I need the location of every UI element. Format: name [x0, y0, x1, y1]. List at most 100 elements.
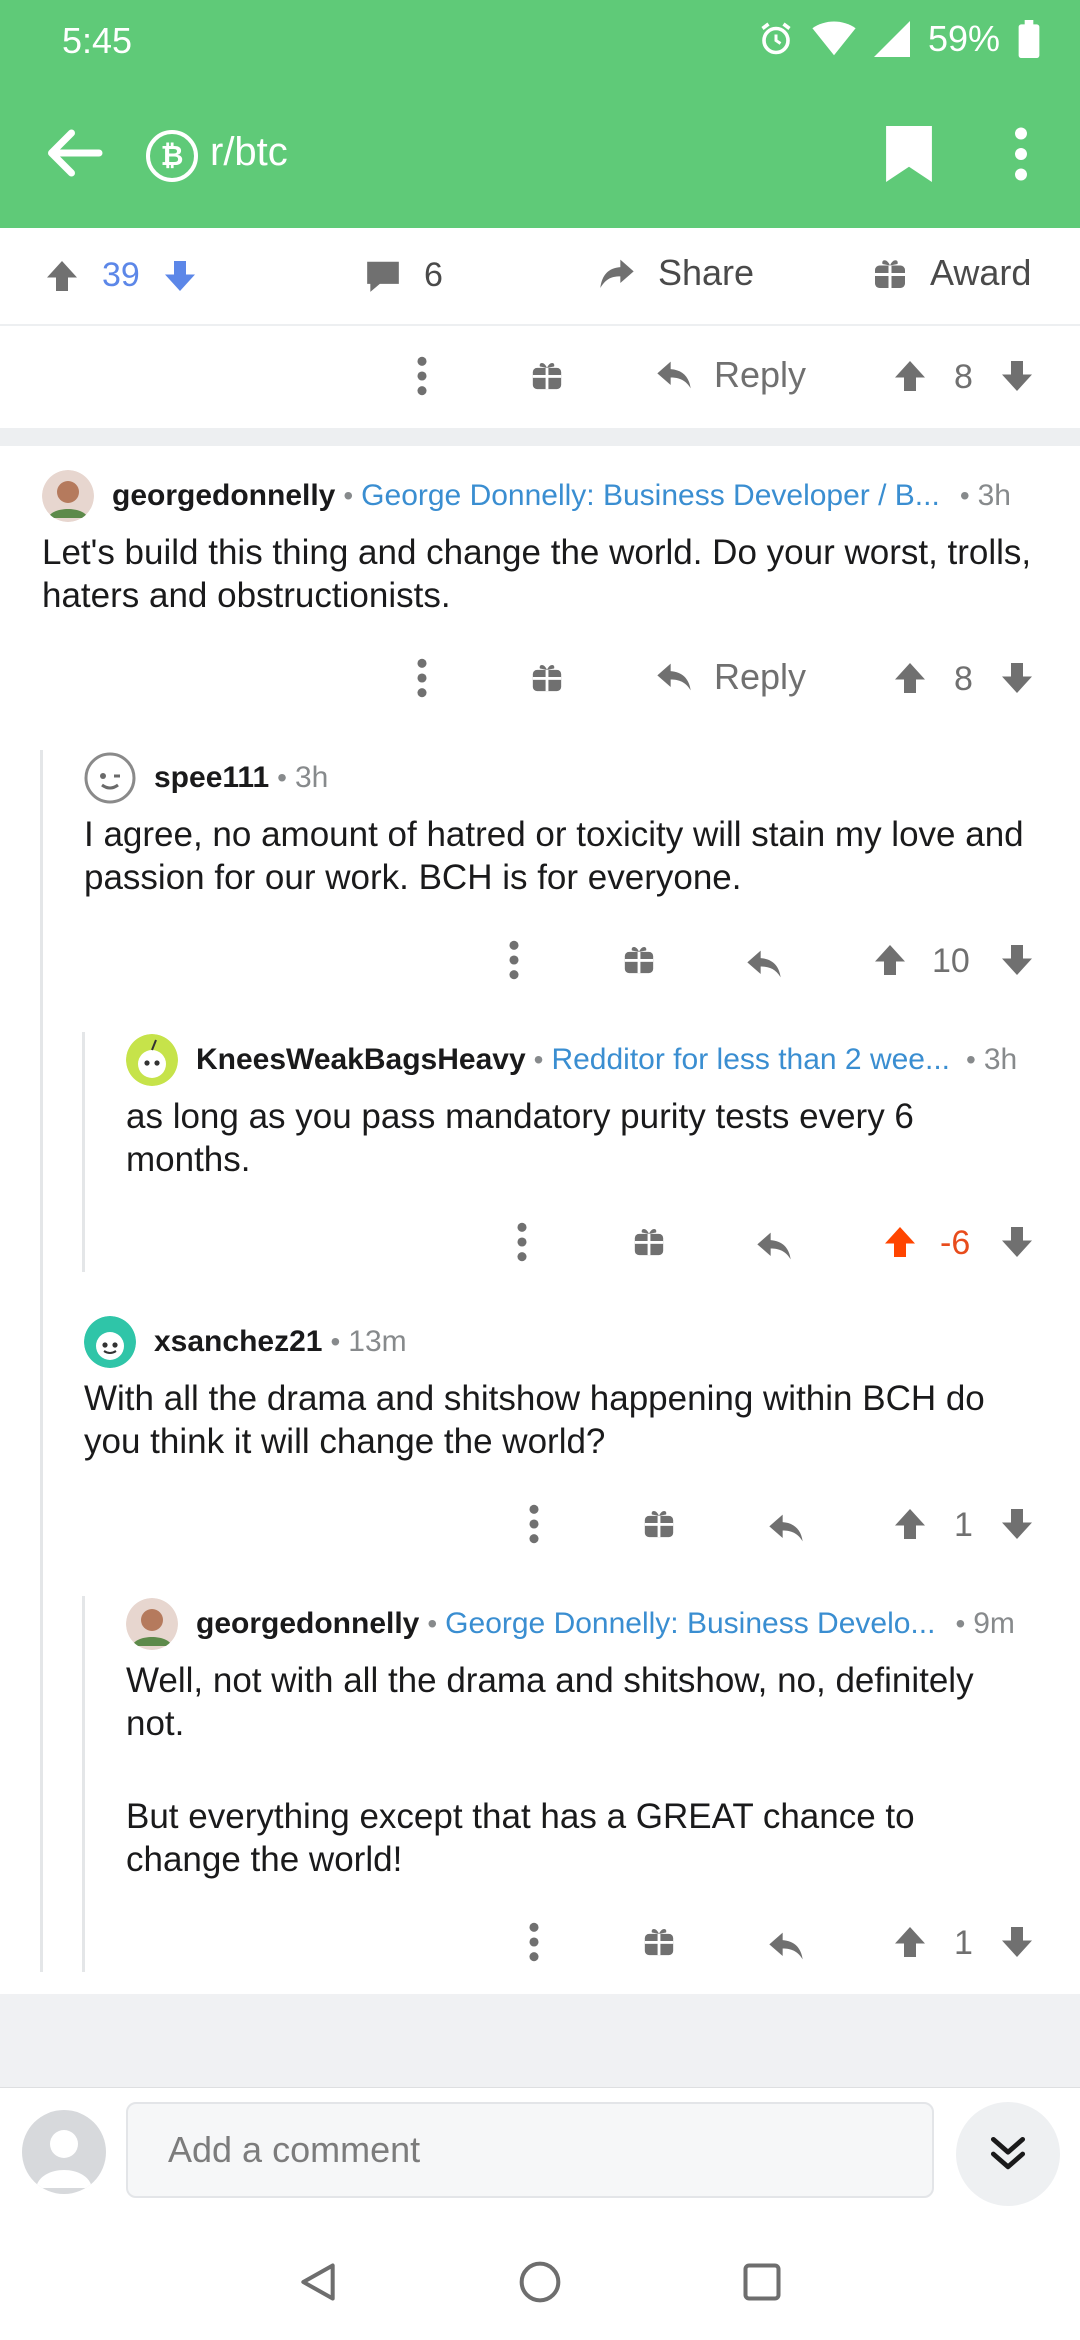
comment-actions: Reply 8	[0, 648, 1080, 708]
separator: •	[955, 1608, 966, 1639]
reply-arrow-icon	[654, 355, 694, 395]
reply-button[interactable]: Reply	[654, 354, 806, 396]
gift-icon	[872, 255, 908, 291]
upvote-icon[interactable]	[892, 358, 928, 394]
comment-score: 10	[932, 942, 970, 980]
comment-score: 1	[954, 1506, 973, 1544]
reply-arrow-icon[interactable]	[744, 944, 784, 984]
avatar[interactable]	[84, 1316, 136, 1368]
downvote-icon[interactable]	[999, 942, 1035, 978]
more-options-icon[interactable]	[528, 1922, 540, 1962]
more-options-icon[interactable]	[528, 1504, 540, 1544]
avatar[interactable]	[22, 2110, 106, 2194]
separator: •	[277, 762, 287, 793]
signal-icon	[873, 21, 910, 57]
downvote-icon[interactable]	[999, 1924, 1035, 1960]
comment-body: With all the drama and shitshow happenin…	[84, 1379, 985, 1461]
downvote-icon[interactable]	[162, 258, 198, 294]
upvote-icon[interactable]	[882, 1224, 918, 1260]
wifi-icon	[812, 21, 856, 56]
upvote-icon[interactable]	[872, 942, 908, 978]
timestamp: 3h	[294, 761, 329, 794]
award-button[interactable]: Award	[872, 252, 1031, 294]
upvote-icon[interactable]	[892, 1506, 928, 1542]
username[interactable]: georgedonnelly	[196, 1607, 419, 1641]
comment-actions: Reply 8	[0, 346, 1080, 406]
toolbar: ₿ r/btc	[0, 110, 1080, 196]
username[interactable]: spee111	[154, 761, 269, 795]
comment-actions: 1	[0, 1912, 1080, 1972]
gift-icon[interactable]	[632, 1224, 666, 1258]
post-vote-group: 39	[44, 256, 198, 295]
share-arrow-icon	[600, 259, 634, 288]
username[interactable]: KneesWeakBagsHeavy	[196, 1043, 526, 1077]
more-options-icon[interactable]	[416, 356, 428, 396]
more-options-icon[interactable]	[416, 658, 428, 698]
nav-recents-icon[interactable]	[740, 2260, 784, 2304]
upvote-icon[interactable]	[892, 1924, 928, 1960]
comment-count: 6	[424, 256, 443, 294]
comment-body: Let's build this thing and change the wo…	[42, 533, 1032, 615]
gift-icon[interactable]	[530, 358, 564, 392]
avatar[interactable]	[42, 470, 94, 522]
separator: •	[966, 1044, 976, 1075]
system-nav-bar	[0, 2218, 1080, 2340]
upvote-icon[interactable]	[44, 258, 80, 294]
comment-score: 1	[954, 1924, 973, 1962]
post-action-bar: 39 6 Share Award	[0, 228, 1080, 326]
comment-header: georgedonnelly • George Donnelly: Busine…	[126, 1598, 1046, 1650]
share-button[interactable]: Share	[596, 252, 754, 294]
username[interactable]: georgedonnelly	[112, 479, 335, 513]
upvote-icon[interactable]	[892, 660, 928, 696]
double-chevron-down-icon	[990, 2136, 1026, 2170]
gift-icon[interactable]	[642, 1506, 676, 1540]
downvote-icon[interactable]	[999, 660, 1035, 696]
bitcoin-logo-icon[interactable]: ₿	[146, 130, 198, 182]
reply-arrow-icon[interactable]	[766, 1926, 806, 1966]
downvote-icon[interactable]	[999, 1506, 1035, 1542]
comment-header: xsanchez21 • 13m	[84, 1316, 1044, 1368]
reply-label: Reply	[714, 354, 807, 395]
app-header: 5:45 59% ₿ r/btc	[0, 0, 1080, 228]
gift-icon[interactable]	[642, 1924, 676, 1958]
downvote-icon[interactable]	[999, 1224, 1035, 1260]
comment-header: KneesWeakBagsHeavy • Redditor for less t…	[126, 1034, 1046, 1086]
avatar[interactable]	[126, 1034, 178, 1086]
more-options-icon[interactable]	[516, 1222, 528, 1262]
section-divider	[0, 428, 1080, 446]
user-flair: Redditor for less than 2 wee...	[551, 1043, 950, 1076]
bookmark-icon[interactable]	[886, 126, 932, 182]
comment-actions: 1	[0, 1494, 1080, 1554]
comment-input[interactable]: Add a comment	[126, 2102, 934, 2198]
user-flair: George Donnelly: Business Develo...	[445, 1607, 936, 1640]
nav-back-icon[interactable]	[296, 2260, 340, 2304]
subreddit-name[interactable]: r/btc	[210, 130, 288, 175]
downvote-icon[interactable]	[999, 358, 1035, 394]
timestamp: 3h	[983, 1043, 1018, 1076]
battery-percent: 59%	[927, 18, 1000, 59]
comment-composer: Add a comment	[0, 2088, 1080, 2218]
more-options-icon[interactable]	[1008, 126, 1034, 182]
status-time: 5:45	[62, 20, 133, 61]
username[interactable]: xsanchez21	[154, 1325, 322, 1359]
user-silhouette-icon	[36, 2130, 92, 2188]
gift-icon[interactable]	[530, 660, 564, 694]
reply-button[interactable]: Reply	[654, 656, 806, 698]
comment-score: 8	[954, 660, 973, 698]
more-options-icon[interactable]	[508, 940, 520, 980]
reply-arrow-icon[interactable]	[754, 1226, 794, 1266]
avatar[interactable]	[126, 1598, 178, 1650]
comment-header: spee111 • 3h	[84, 752, 1044, 804]
timestamp: 9m	[973, 1607, 1015, 1640]
comment-actions: -6	[0, 1212, 1080, 1272]
gift-icon[interactable]	[622, 942, 656, 976]
timestamp: 3h	[977, 479, 1011, 512]
alarm-icon	[761, 22, 791, 55]
comments-button[interactable]: 6	[364, 256, 443, 295]
reply-arrow-icon[interactable]	[766, 1508, 806, 1548]
avatar[interactable]	[84, 752, 136, 804]
collapse-thread-button[interactable]	[956, 2102, 1060, 2206]
nav-home-icon[interactable]	[518, 2260, 562, 2304]
comment-score: 8	[954, 358, 973, 396]
back-arrow-icon[interactable]	[44, 128, 104, 178]
